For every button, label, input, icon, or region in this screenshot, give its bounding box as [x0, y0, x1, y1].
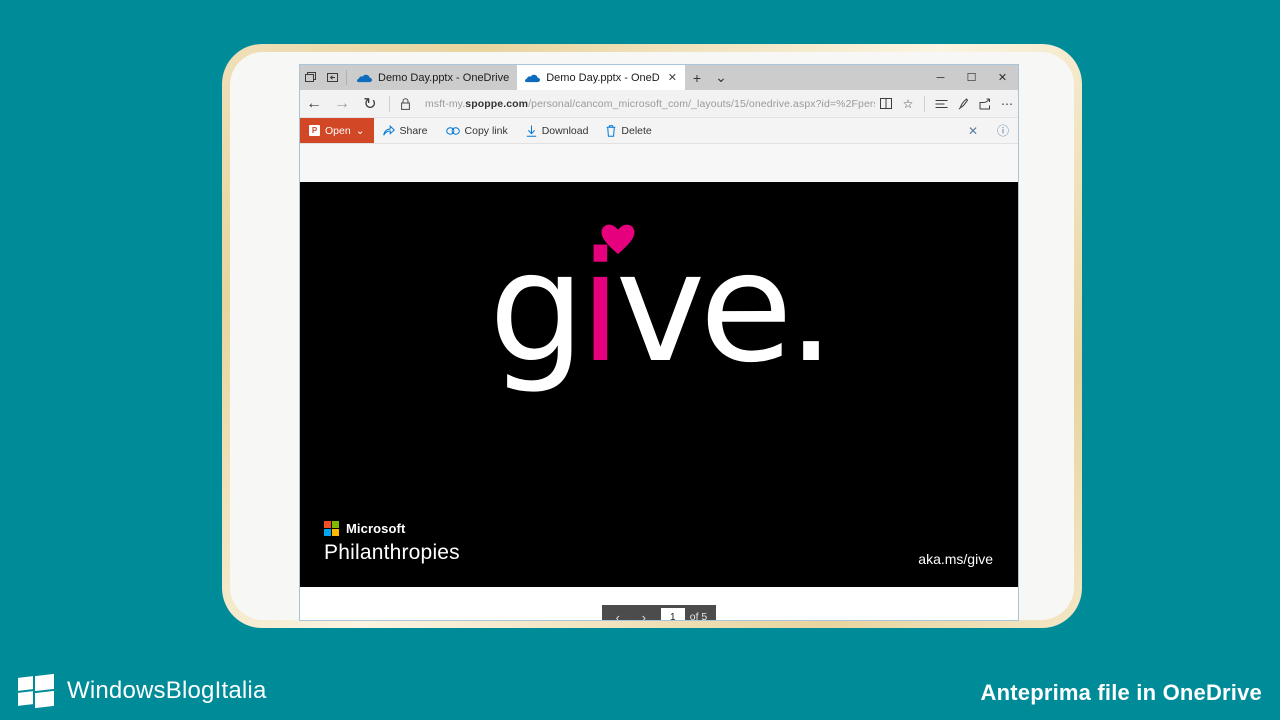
address-bar-icons: ☆ ⋯: [875, 90, 1018, 118]
minimize-button[interactable]: ─: [925, 65, 956, 90]
web-notes-icon[interactable]: [952, 90, 974, 118]
next-page-button[interactable]: ›: [632, 605, 656, 621]
download-icon: [526, 125, 537, 137]
microsoft-logo-icon: [324, 521, 339, 536]
browser-tab-strip: Demo Day.pptx - OneDrive Demo Day.pptx -…: [300, 65, 1018, 90]
onedrive-command-bar: P Open ⌄ Share Copy link Download Delete…: [300, 118, 1018, 144]
tabstrip-divider: [346, 70, 347, 85]
link-icon: [445, 126, 460, 136]
url-domain: spoppe.com: [465, 97, 529, 110]
delete-command-label: Delete: [621, 124, 652, 137]
delete-command[interactable]: Delete: [597, 118, 660, 143]
browser-tab-2[interactable]: Demo Day.pptx - OneD ✕: [517, 65, 685, 90]
copy-link-command-label: Copy link: [464, 124, 508, 137]
previous-page-button[interactable]: ‹: [606, 605, 630, 621]
onedrive-cloud-icon: [357, 74, 372, 82]
page-number-input[interactable]: 1: [660, 608, 685, 620]
command-bar-right-icons: ✕ ⓘ: [958, 118, 1018, 143]
tablet-screen: Demo Day.pptx - OneDrive Demo Day.pptx -…: [299, 64, 1019, 621]
onedrive-cloud-icon: [525, 74, 541, 82]
chevron-down-icon[interactable]: ⌄: [709, 65, 733, 90]
new-tab-button[interactable]: +: [685, 65, 709, 90]
philanthropies-label: Philanthropies: [324, 541, 460, 564]
tab-close-icon[interactable]: ✕: [668, 71, 677, 84]
heart-icon: [601, 224, 635, 254]
download-command[interactable]: Download: [517, 118, 598, 143]
share-icon[interactable]: [974, 90, 996, 118]
browser-tab-1-title: Demo Day.pptx - OneDrive: [378, 71, 510, 84]
open-button-label: Open: [325, 124, 351, 137]
forward-button[interactable]: →: [328, 90, 356, 118]
windowsblogitalia-branding: WindowsBlogItalia: [18, 673, 267, 709]
give-logo: give.: [300, 224, 1018, 384]
tabstrip-spacer: [733, 65, 925, 90]
addressbar-divider-2: [924, 95, 925, 112]
microsoft-wordmark: Microsoft: [346, 521, 406, 536]
screenshot-caption: Anteprima file in OneDrive: [980, 680, 1262, 705]
share-command[interactable]: Share: [374, 118, 437, 143]
copy-link-command[interactable]: Copy link: [437, 118, 517, 143]
close-window-button[interactable]: ✕: [987, 65, 1018, 90]
browser-address-bar: ← → ↻ msft-my.spoppe.com/personal/cancom…: [300, 90, 1018, 118]
maximize-button[interactable]: ☐: [956, 65, 987, 90]
chevron-down-icon[interactable]: ⌄: [356, 125, 365, 137]
address-url-text[interactable]: msft-my.spoppe.com/personal/cancom_micro…: [415, 98, 875, 110]
lock-icon: [395, 97, 415, 110]
hub-icon[interactable]: [930, 90, 952, 118]
slide-preview[interactable]: give. Microsoft Philanthropies aka.ms/gi…: [300, 182, 1018, 587]
refresh-button[interactable]: ↻: [356, 90, 384, 118]
set-aside-tabs-icon[interactable]: [322, 65, 344, 90]
powerpoint-icon: P: [309, 125, 320, 136]
tablet-device: Demo Day.pptx - OneDrive Demo Day.pptx -…: [222, 44, 1082, 628]
info-icon[interactable]: ⓘ: [988, 122, 1018, 139]
preview-header-spacer: [300, 144, 1018, 182]
give-letters-ve: ve.: [615, 219, 835, 396]
command-bar-spacer: [661, 118, 958, 143]
windows-flag-icon: [18, 673, 54, 709]
url-path: /personal/cancom_microsoft_com/_layouts/…: [528, 97, 875, 110]
settings-more-icon[interactable]: ⋯: [996, 90, 1018, 118]
browser-tab-2-title: Demo Day.pptx - OneD: [546, 71, 660, 84]
microsoft-brand-row: Microsoft: [324, 521, 460, 536]
open-button[interactable]: P Open ⌄: [300, 118, 374, 143]
share-icon: [382, 125, 395, 136]
page-navigation: ‹ › 1 of 5: [601, 605, 717, 621]
tablet-body: Demo Day.pptx - OneDrive Demo Day.pptx -…: [230, 52, 1074, 621]
total-pages-label: of 5: [689, 611, 708, 621]
reading-view-icon[interactable]: [875, 90, 897, 118]
download-command-label: Download: [541, 124, 589, 137]
trash-icon: [606, 124, 616, 137]
close-preview-icon[interactable]: ✕: [958, 124, 988, 138]
back-button[interactable]: ←: [300, 90, 328, 118]
window-controls: ─ ☐ ✕: [925, 65, 1018, 90]
give-letter-g: g: [488, 219, 586, 396]
microsoft-philanthropies-logo: Microsoft Philanthropies: [324, 521, 460, 565]
url-prefix: msft-my.: [425, 97, 466, 110]
pager-area: ‹ › 1 of 5: [300, 587, 1018, 621]
blog-name: WindowsBlogItalia: [67, 677, 267, 704]
tab-preview-icon[interactable]: [300, 65, 322, 90]
share-command-label: Share: [399, 124, 428, 137]
addressbar-divider: [389, 95, 390, 112]
favorites-star-icon[interactable]: ☆: [897, 90, 919, 118]
give-wordmark: give.: [489, 232, 836, 384]
browser-tab-1[interactable]: Demo Day.pptx - OneDrive: [349, 65, 518, 90]
slide-link-text: aka.ms/give: [918, 551, 993, 567]
